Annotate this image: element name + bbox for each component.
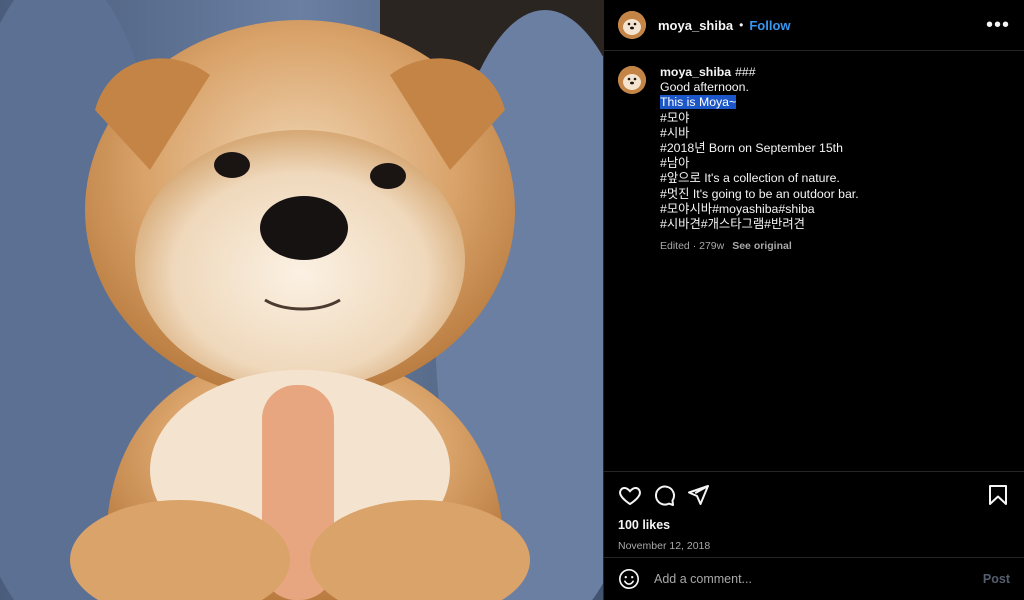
post-date: November 12, 2018 <box>618 540 711 552</box>
likes-count[interactable]: 100 likes <box>618 518 1010 532</box>
hashtag-line[interactable]: #남아 <box>660 156 859 171</box>
comment-input[interactable] <box>652 571 983 587</box>
username-link[interactable]: moya_shiba <box>658 18 733 33</box>
bookmark-icon[interactable] <box>986 483 1010 507</box>
edited-timestamp: Edited · 279w <box>660 240 725 253</box>
avatar[interactable] <box>618 11 646 39</box>
action-bar <box>618 482 1010 508</box>
highlighted-text: This is Moya~ <box>660 95 737 110</box>
caption: moya_shiba ### Good afternoon. This is Mo… <box>618 65 1010 254</box>
comments-area[interactable]: moya_shiba ### Good afternoon. This is Mo… <box>604 51 1024 471</box>
post-actions: 100 likes November 12, 2018 <box>604 471 1024 557</box>
caption-meta: Edited · 279w See original <box>660 239 859 254</box>
caption-line: ### <box>735 65 756 79</box>
post-header: moya_shiba • Follow ••• <box>604 0 1024 51</box>
share-icon[interactable] <box>686 483 710 507</box>
hashtag-line[interactable]: #멋진 It's going to be an outdoor bar. <box>660 187 859 202</box>
caption-text: moya_shiba ### Good afternoon. This is Mo… <box>660 65 859 254</box>
heart-icon[interactable] <box>618 483 642 507</box>
caption-username[interactable]: moya_shiba <box>660 65 731 79</box>
more-options-icon[interactable]: ••• <box>986 15 1010 35</box>
puppy-illustration <box>0 0 603 600</box>
emoji-icon[interactable] <box>618 568 640 590</box>
add-comment-bar: Post <box>604 557 1024 600</box>
hashtag-line[interactable]: #모야 <box>660 111 859 126</box>
hashtag-line[interactable]: #시바견#개스타그램#반려견 <box>660 217 859 232</box>
post-container: moya_shiba • Follow ••• moya_shiba ### G… <box>0 0 1024 600</box>
post-comment-button[interactable]: Post <box>983 572 1010 586</box>
comment-icon[interactable] <box>652 483 676 507</box>
see-original-link[interactable]: See original <box>732 239 792 254</box>
hashtag-line[interactable]: #시바 <box>660 126 859 141</box>
hashtag-line[interactable]: #앞으로 It's a collection of nature. <box>660 171 859 186</box>
avatar[interactable] <box>618 66 646 94</box>
caption-line: Good afternoon. <box>660 80 749 95</box>
separator-dot: • <box>739 18 744 32</box>
follow-button[interactable]: Follow <box>749 18 790 33</box>
post-image[interactable] <box>0 0 603 600</box>
hashtag-line[interactable]: #2018년 Born on September 15th <box>660 141 859 156</box>
hashtag-line[interactable]: #모야시바#moyashiba#shiba <box>660 202 859 217</box>
post-sidebar: moya_shiba • Follow ••• moya_shiba ### G… <box>603 0 1024 600</box>
